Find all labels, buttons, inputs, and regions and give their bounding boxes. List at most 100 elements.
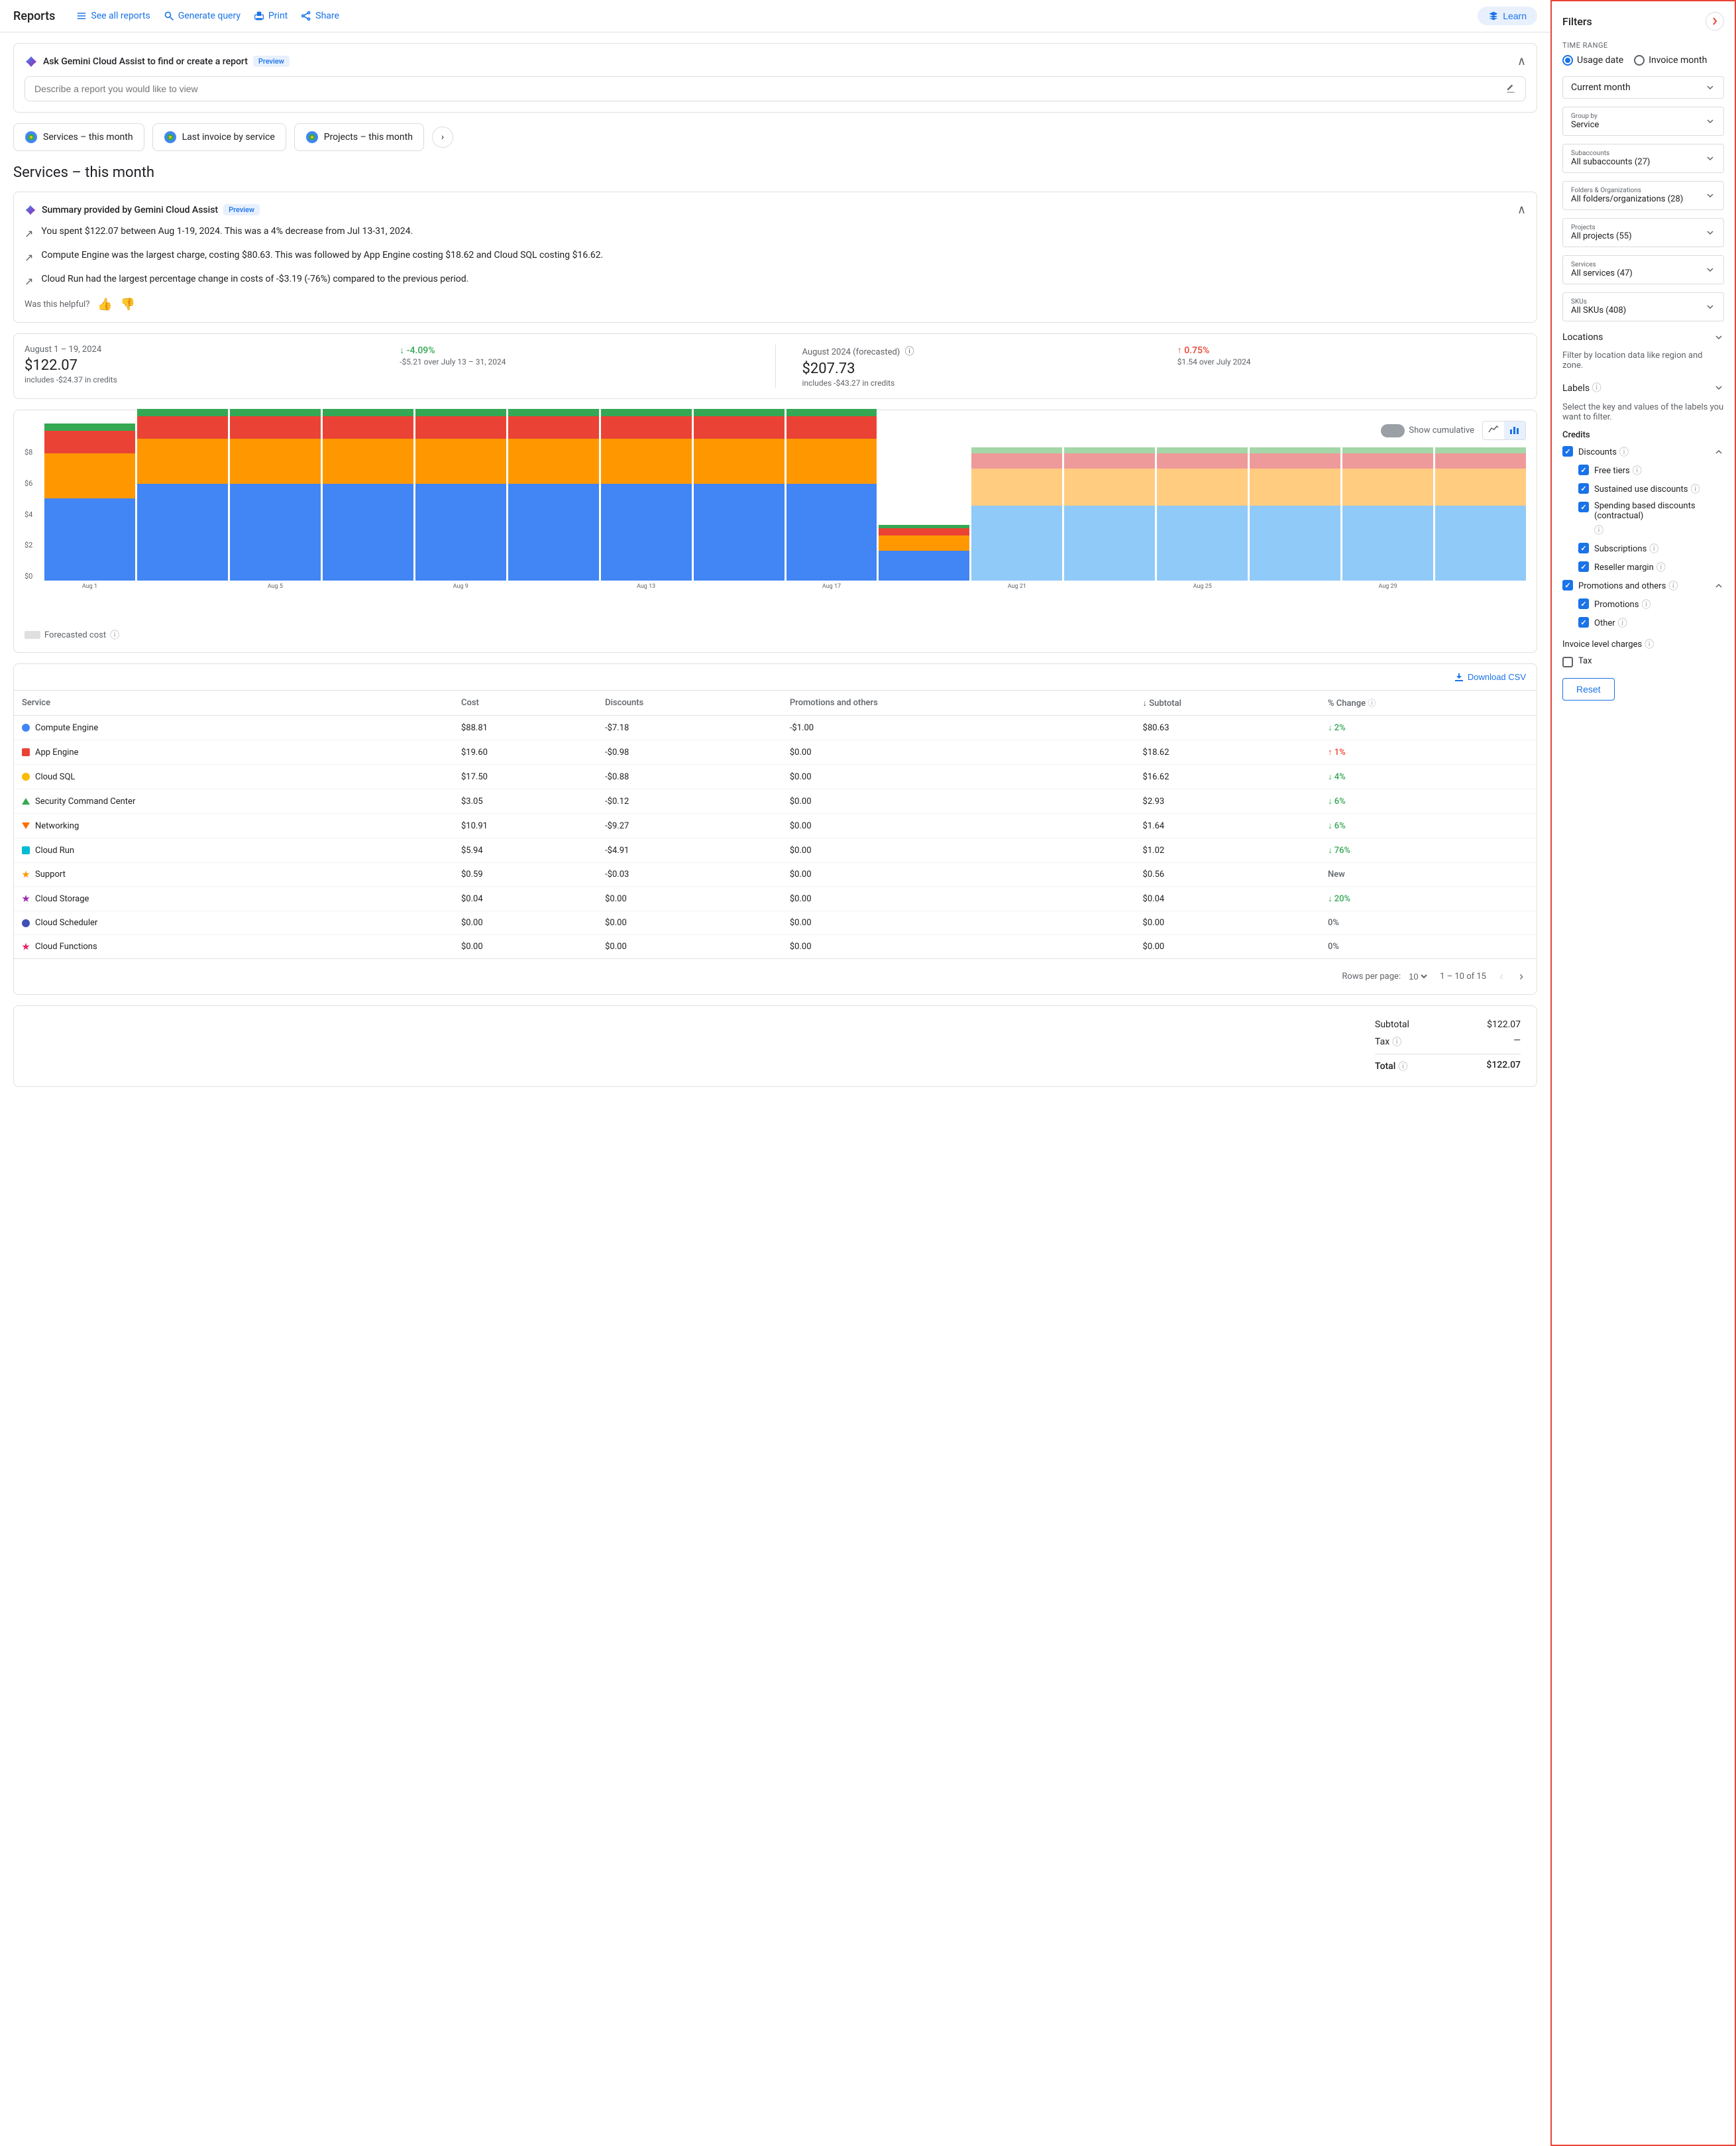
collapse-sidebar-button[interactable] xyxy=(1706,12,1724,30)
thumbs-down-button[interactable]: 👎 xyxy=(121,298,135,311)
usage-date-option[interactable]: Usage date xyxy=(1562,55,1623,66)
x-label-8: Aug 17 xyxy=(787,583,877,590)
subaccounts-select[interactable]: Subaccounts All subaccounts (27) xyxy=(1562,144,1724,173)
rows-per-page-select[interactable]: 10 25 50 xyxy=(1406,971,1429,982)
promotions-checkbox[interactable]: ✓ xyxy=(1578,598,1589,609)
tax-filter-label: Tax xyxy=(1578,656,1592,666)
bar-segment xyxy=(879,551,969,581)
sustained-use-help-icon[interactable]: ⓘ xyxy=(1690,482,1700,496)
see-all-reports-link[interactable]: See all reports xyxy=(76,11,150,21)
cell-cost: $88.81 xyxy=(453,716,597,740)
col-subtotal[interactable]: ↓ Subtotal xyxy=(1135,691,1320,716)
subscriptions-checkbox[interactable]: ✓ xyxy=(1578,543,1589,553)
reset-button[interactable]: Reset xyxy=(1562,678,1615,701)
cell-discounts: -$0.98 xyxy=(597,740,782,765)
tabs-next-button[interactable]: › xyxy=(432,127,453,148)
bar-group-10 xyxy=(971,447,1062,581)
col-pct-change[interactable]: % Change ⓘ xyxy=(1320,691,1537,716)
collapse-summary-button[interactable]: ∧ xyxy=(1517,203,1526,217)
stat-period-2-change: ↑ 0.75% xyxy=(1177,345,1526,356)
subscriptions-help-icon[interactable]: ⓘ xyxy=(1649,542,1658,555)
chevron-down-locations xyxy=(1713,332,1724,343)
cell-discounts: $0.00 xyxy=(597,935,782,959)
gemini-input[interactable] xyxy=(34,84,1505,94)
print-link[interactable]: Print xyxy=(254,11,288,21)
invoice-charges-section: Invoice level charges ⓘ Tax xyxy=(1562,638,1724,667)
cumulative-toggle[interactable]: Show cumulative xyxy=(1381,424,1474,437)
discounts-help-icon[interactable]: ⓘ xyxy=(1619,445,1629,459)
quick-tab-projects[interactable]: Projects – this month xyxy=(294,123,424,151)
collapse-gemini-button[interactable]: ∧ xyxy=(1517,54,1526,68)
services-select[interactable]: Services All services (47) xyxy=(1562,255,1724,284)
promotions-help-icon[interactable]: ⓘ xyxy=(1641,598,1651,611)
tax-help-icon[interactable]: ⓘ xyxy=(1392,1035,1401,1048)
toggle-switch[interactable] xyxy=(1381,424,1405,437)
free-tiers-help-icon[interactable]: ⓘ xyxy=(1633,464,1642,477)
bar-chart-button[interactable] xyxy=(1504,422,1525,439)
gemini-input-wrapper[interactable] xyxy=(25,76,1526,101)
download-csv-button[interactable]: Download CSV xyxy=(1454,672,1526,682)
sustained-use-checkbox[interactable]: ✓ xyxy=(1578,483,1589,494)
bar-segment xyxy=(44,453,135,498)
prev-page-button[interactable]: ‹ xyxy=(1497,967,1506,986)
discounts-checkbox[interactable]: ✓ xyxy=(1562,446,1573,457)
quick-tab-invoice[interactable]: Last invoice by service xyxy=(152,123,286,151)
generate-query-link[interactable]: Generate query xyxy=(164,11,241,21)
invoice-month-radio[interactable] xyxy=(1634,55,1645,66)
chart-container: Show cumulative $8 $6 $4 $2 $0 xyxy=(13,410,1537,653)
bar-segment xyxy=(44,498,135,581)
line-chart-button[interactable] xyxy=(1483,422,1504,439)
gemini-icon xyxy=(25,55,38,68)
forecasted-help-icon[interactable]: ⓘ xyxy=(905,347,914,357)
subtotal-value: $122.07 xyxy=(1487,1019,1521,1030)
skus-select[interactable]: SKUs All SKUs (408) xyxy=(1562,292,1724,321)
reseller-checkbox[interactable]: ✓ xyxy=(1578,561,1589,572)
labels-section: Labels ⓘ Select the key and values of th… xyxy=(1562,378,1724,422)
promotions-others-checkbox[interactable]: ✓ xyxy=(1562,580,1573,591)
group-by-select[interactable]: Group by Service xyxy=(1562,107,1724,136)
reseller-help-icon[interactable]: ⓘ xyxy=(1656,561,1666,574)
free-tiers-checkbox[interactable]: ✓ xyxy=(1578,465,1589,475)
pct-help-icon[interactable]: ⓘ xyxy=(1368,699,1376,708)
quick-tab-services-label: Services – this month xyxy=(43,132,133,142)
see-all-reports-label: See all reports xyxy=(91,11,150,21)
total-help-icon[interactable]: ⓘ xyxy=(1398,1060,1407,1073)
folders-select[interactable]: Folders & Organizations All folders/orga… xyxy=(1562,181,1724,210)
x-label-12: Aug 25 xyxy=(1157,583,1248,590)
share-link[interactable]: Share xyxy=(301,11,339,21)
next-page-button[interactable]: › xyxy=(1517,967,1526,986)
services-table: Service Cost Discounts Promotions and ot… xyxy=(14,691,1537,958)
other-help-icon[interactable]: ⓘ xyxy=(1618,616,1627,630)
cell-subtotal: $0.00 xyxy=(1135,911,1320,935)
forecasted-help-icon[interactable]: ⓘ xyxy=(110,628,119,642)
chevron-up-discounts[interactable] xyxy=(1713,447,1724,457)
rows-per-page: Rows per page: 10 25 50 xyxy=(1342,971,1429,982)
locations-header[interactable]: Locations xyxy=(1562,329,1724,345)
helpful-row: Was this helpful? 👍 👎 xyxy=(25,298,1526,311)
bar-segment xyxy=(1250,469,1340,506)
tax-checkbox-item: Tax xyxy=(1562,656,1724,667)
learn-button[interactable]: Learn xyxy=(1478,7,1537,25)
usage-date-radio[interactable] xyxy=(1562,55,1573,66)
invoice-month-option[interactable]: Invoice month xyxy=(1634,55,1707,66)
labels-label-text: Labels ⓘ xyxy=(1562,381,1601,394)
promotions-others-help-icon[interactable]: ⓘ xyxy=(1668,579,1678,593)
tax-checkbox[interactable] xyxy=(1562,657,1573,667)
labels-header[interactable]: Labels ⓘ xyxy=(1562,378,1724,397)
x-label-5 xyxy=(508,583,599,590)
table-body: Compute Engine$88.81-$7.18-$1.00$80.63↓ … xyxy=(14,716,1537,959)
quick-tab-services[interactable]: Services – this month xyxy=(13,123,144,151)
invoice-charges-help-icon[interactable]: ⓘ xyxy=(1645,638,1654,651)
total-label: Total ⓘ xyxy=(1375,1060,1407,1073)
service-name: Support xyxy=(35,870,66,879)
labels-help-icon[interactable]: ⓘ xyxy=(1592,383,1601,394)
current-month-select[interactable]: Current month xyxy=(1562,76,1724,99)
col-promotions: Promotions and others xyxy=(782,691,1135,716)
thumbs-up-button[interactable]: 👍 xyxy=(97,298,112,311)
spending-based-checkbox[interactable]: ✓ xyxy=(1578,502,1589,512)
other-checkbox[interactable]: ✓ xyxy=(1578,617,1589,628)
projects-select[interactable]: Projects All projects (55) xyxy=(1562,218,1724,247)
spending-based-help-icon[interactable]: ⓘ xyxy=(1594,524,1603,537)
table-row: Cloud Functions$0.00$0.00$0.00$0.000% xyxy=(14,935,1537,959)
chevron-up-promotions[interactable] xyxy=(1713,581,1724,591)
